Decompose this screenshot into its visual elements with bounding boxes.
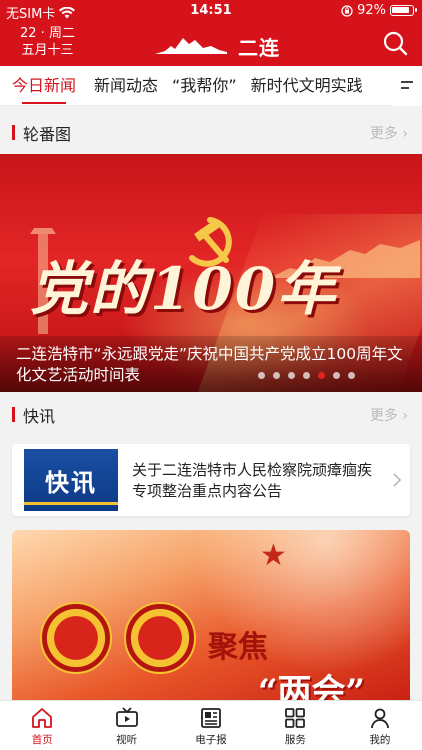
carousel-dot[interactable] <box>333 372 340 379</box>
tab-civilization-practice[interactable]: 新时代文明实践 <box>251 66 363 106</box>
carousel-dot[interactable] <box>303 372 310 379</box>
grid-icon <box>285 708 306 728</box>
date-display: 22 · 周二 五月十三 <box>20 25 75 59</box>
section-accent-bar <box>12 407 15 422</box>
carousel-dot-active[interactable] <box>318 372 325 379</box>
section-title: 快讯 <box>23 407 56 426</box>
banner-caption-text: 二连浩特市“永远跟党走”庆祝中国共产党成立100周年文化文艺活动时间表 <box>16 345 403 384</box>
search-icon[interactable] <box>382 30 408 56</box>
camel-mountain-icon <box>155 38 227 54</box>
home-icon <box>32 708 53 728</box>
orientation-lock-icon <box>341 4 353 17</box>
nav-home[interactable]: 首页 <box>0 701 84 750</box>
flash-news-card[interactable]: 快讯 关于二连浩特市人民检察院顽瘴痼疾专项整治重点内容公告 <box>12 444 410 516</box>
menu-icon-line <box>401 81 413 83</box>
app-header: 22 · 周二 五月十三 二连 <box>0 22 422 66</box>
tabs-menu-button[interactable] <box>392 66 422 106</box>
user-icon <box>370 708 389 729</box>
section-accent-bar <box>12 125 15 140</box>
tab-today-news[interactable]: 今日新闻 <box>12 66 76 106</box>
bottom-nav: 首页 视听 电子报 服务 我的 <box>0 700 422 750</box>
nav-label: 电子报 <box>195 734 227 746</box>
nav-label: 首页 <box>31 734 53 746</box>
more-link[interactable]: 更多 › <box>370 405 408 425</box>
more-link[interactable]: 更多 › <box>370 123 408 143</box>
carousel-dot[interactable] <box>348 372 355 379</box>
flash-section-header: 快讯 更多 › <box>0 393 422 435</box>
national-emblem-icon <box>40 602 112 674</box>
carousel-dot[interactable] <box>288 372 295 379</box>
chevron-right-icon: › <box>402 126 408 142</box>
carousel-section-header: 轮番图 更多 › <box>0 111 422 153</box>
date-weekday: 22 · 周二 <box>20 26 75 41</box>
nav-epaper[interactable]: 电子报 <box>169 701 253 750</box>
feature-card[interactable]: ★ 聚焦 “两会” <box>12 530 410 706</box>
carousel-dot[interactable] <box>258 372 265 379</box>
feature-title-line1: 聚焦 <box>208 630 268 665</box>
category-tabs: 今日新闻 新闻动态 “我帮你” 新时代文明实践 <box>0 66 422 106</box>
battery-icon <box>390 5 417 16</box>
date-lunar: 五月十三 <box>21 43 74 58</box>
flash-news-title: 关于二连浩特市人民检察院顽瘴痼疾专项整治重点内容公告 <box>132 461 373 500</box>
carousel-indicators <box>258 372 355 379</box>
status-bar: 无SIM卡 14:51 92% <box>0 0 422 22</box>
banner-caption: 二连浩特市“永远跟党走”庆祝中国共产党成立100周年文化文艺活动时间表 <box>0 336 422 392</box>
status-right: 92% <box>341 3 417 18</box>
chevron-right-icon: › <box>402 408 408 424</box>
logo-text: 二连 <box>238 36 280 60</box>
nav-label: 视听 <box>116 734 138 746</box>
nav-profile[interactable]: 我的 <box>338 701 422 750</box>
cppcc-emblem-icon <box>124 602 196 674</box>
carousel-banner[interactable]: 党的100年 二连浩特市“永远跟党走”庆祝中国共产党成立100周年文化文艺活动时… <box>0 154 422 392</box>
flash-thumbnail: 快讯 <box>24 449 118 511</box>
nav-services[interactable]: 服务 <box>253 701 337 750</box>
nav-label: 服务 <box>284 734 306 746</box>
carousel-dot[interactable] <box>273 372 280 379</box>
nav-label: 我的 <box>369 734 391 746</box>
app-logo: 二连 <box>155 30 280 60</box>
tab-i-help-you[interactable]: “我帮你” <box>172 66 237 106</box>
battery-percent: 92% <box>357 3 386 18</box>
chevron-right-icon <box>393 473 402 487</box>
banner-headline: 党的100年 <box>30 255 338 323</box>
section-title: 轮番图 <box>23 125 72 144</box>
star-icon: ★ <box>260 538 287 573</box>
video-icon <box>115 707 138 727</box>
newspaper-icon <box>201 708 221 728</box>
tab-news-updates[interactable]: 新闻动态 <box>94 66 158 106</box>
menu-icon-line <box>401 87 409 89</box>
nav-video[interactable]: 视听 <box>84 701 168 750</box>
